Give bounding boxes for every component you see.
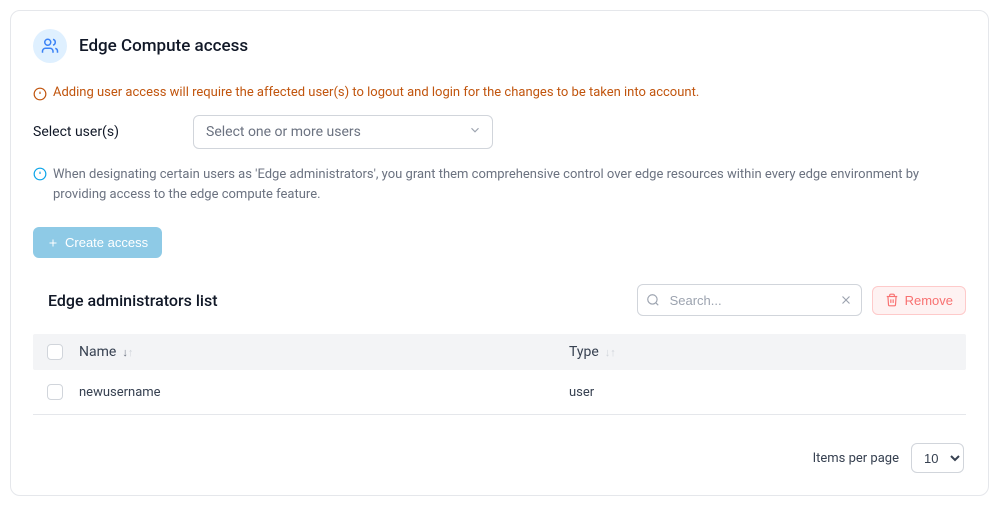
logout-warning-alert: Adding user access will require the affe… xyxy=(33,85,966,101)
row-name-cell: newusername xyxy=(79,385,569,400)
clear-search-icon[interactable] xyxy=(839,293,853,311)
select-all-checkbox[interactable] xyxy=(47,344,63,360)
column-header-type[interactable]: Type ↓↑ xyxy=(569,344,952,360)
alert-circle-icon xyxy=(33,87,47,101)
remove-button[interactable]: Remove xyxy=(872,286,966,315)
create-access-button[interactable]: Create access xyxy=(33,227,162,258)
search-input[interactable] xyxy=(668,292,833,309)
trash-icon xyxy=(885,293,899,307)
edge-compute-access-card: Edge Compute access Adding user access w… xyxy=(10,10,989,496)
select-all-cell xyxy=(47,344,79,360)
select-users-dropdown[interactable]: Select one or more users xyxy=(193,115,493,149)
select-users-label: Select user(s) xyxy=(33,124,193,140)
search-box[interactable] xyxy=(637,284,862,316)
column-header-name[interactable]: Name ↓↑ xyxy=(79,344,569,360)
info-circle-icon xyxy=(33,167,47,181)
card-header: Edge Compute access xyxy=(33,29,966,63)
sort-arrows-icon: ↓↑ xyxy=(122,346,133,359)
select-placeholder: Select one or more users xyxy=(206,124,361,140)
sort-arrows-icon: ↓↑ xyxy=(605,346,616,359)
row-checkbox[interactable] xyxy=(47,384,63,400)
table-header-row: Name ↓↑ Type ↓↑ xyxy=(33,334,966,370)
list-actions: Remove xyxy=(637,284,966,316)
edge-admin-table: Name ↓↑ Type ↓↑ newusername user xyxy=(33,334,966,415)
plus-icon xyxy=(47,237,59,249)
row-type-cell: user xyxy=(569,385,952,400)
list-header: Edge administrators list Remove xyxy=(33,284,966,316)
users-icon xyxy=(33,29,67,63)
select-users-row: Select user(s) Select one or more users xyxy=(33,115,966,149)
info-text: When designating certain users as 'Edge … xyxy=(53,165,966,205)
items-per-page-select[interactable]: 10 xyxy=(911,443,964,473)
pagination: Items per page 10 xyxy=(33,443,966,473)
page-title: Edge Compute access xyxy=(79,36,248,56)
chevron-down-icon xyxy=(468,123,482,141)
create-access-label: Create access xyxy=(65,235,148,250)
remove-button-label: Remove xyxy=(905,293,953,308)
row-check-cell xyxy=(47,384,79,400)
items-per-page-label: Items per page xyxy=(813,451,899,466)
table-row: newusername user xyxy=(33,370,966,415)
edge-admin-info-alert: When designating certain users as 'Edge … xyxy=(33,165,966,205)
edge-admin-list-title: Edge administrators list xyxy=(48,291,218,310)
search-icon xyxy=(646,293,660,311)
warning-text: Adding user access will require the affe… xyxy=(53,85,699,100)
